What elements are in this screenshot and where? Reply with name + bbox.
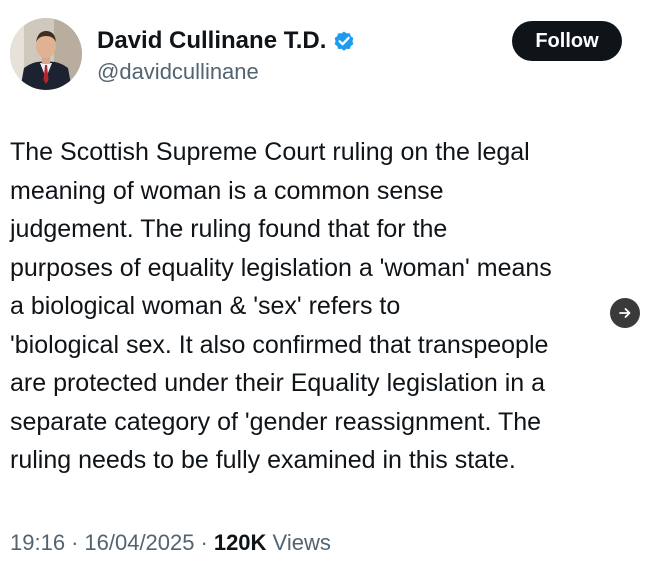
- views-count: 120K: [213, 530, 267, 555]
- tweet-text-line: 'biological sex. It also confirmed that …: [10, 330, 549, 359]
- tweet-text-line: meaning of woman is a common sense: [10, 176, 444, 205]
- author-handle[interactable]: @davidcullinane: [97, 58, 259, 86]
- avatar[interactable]: [10, 18, 82, 90]
- tweet-text-line: The Scottish Supreme Court ruling on the…: [10, 138, 530, 166]
- tweet-time[interactable]: 19:16: [10, 530, 65, 555]
- arrow-right-icon: [619, 308, 631, 318]
- tweet-text: The Scottish Supreme Court ruling on the…: [10, 133, 642, 480]
- author-name-row: David Cullinane T.D.: [97, 26, 356, 56]
- author-display-name[interactable]: David Cullinane T.D.: [97, 26, 326, 56]
- meta-separator: ·: [71, 530, 79, 555]
- tweet-card: David Cullinane T.D. @davidcullinane Fol…: [0, 0, 650, 571]
- tweet-date[interactable]: 16/04/2025: [84, 530, 194, 555]
- tweet-text-line: a biological woman & 'sex' refers to: [10, 292, 401, 320]
- tweet-text-line: separate category of 'gender reassignmen…: [10, 407, 542, 436]
- avatar-photo: [10, 18, 82, 90]
- follow-button[interactable]: Follow: [512, 21, 622, 61]
- tweet-meta: 19:16 · 16/04/2025 · 120K Views: [10, 529, 331, 557]
- verified-badge-icon: [332, 29, 356, 53]
- tweet-text-line: are protected under their Equality legis…: [10, 369, 546, 397]
- next-button[interactable]: [610, 298, 640, 328]
- tweet-text-line: judgement. The ruling found that for the: [10, 215, 448, 243]
- tweet-text-line: purposes of equality legislation a 'woma…: [10, 253, 552, 282]
- tweet-header: David Cullinane T.D. @davidcullinane Fol…: [0, 0, 650, 110]
- views-label: Views: [272, 530, 331, 555]
- meta-separator: ·: [200, 530, 208, 555]
- tweet-text-line: ruling needs to be fully examined in thi…: [10, 446, 516, 474]
